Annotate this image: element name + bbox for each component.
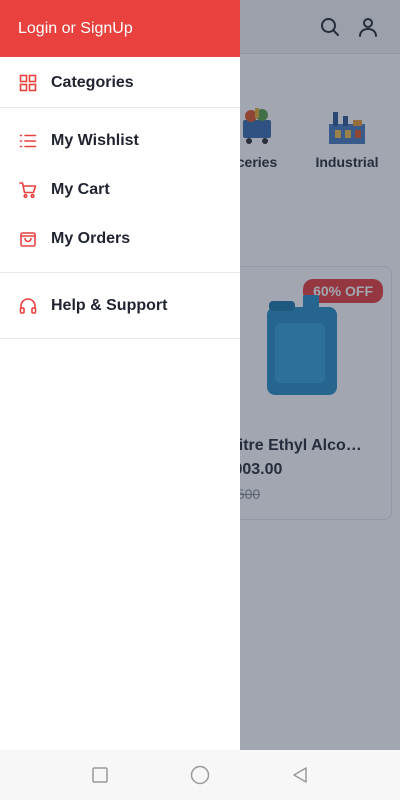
menu-item-help-support[interactable]: Help & Support [0,281,240,330]
grid-icon [19,74,37,92]
navigation-drawer: Login or SignUp Categories My Wishlist M… [0,0,240,750]
cart-icon [19,181,37,199]
headphones-icon [19,297,37,315]
menu-item-categories[interactable]: Categories [0,58,240,107]
menu-item-label: My Wishlist [51,131,139,149]
back-icon[interactable] [290,765,310,785]
menu-item-label: My Orders [51,229,131,247]
system-navigation-bar [0,750,400,800]
menu-item-orders[interactable]: My Orders [0,214,240,263]
login-signup-header[interactable]: Login or SignUp [0,0,240,57]
divider [0,338,240,339]
menu-item-cart[interactable]: My Cart [0,165,240,214]
menu-item-label: Categories [51,73,134,91]
list-icon [19,132,37,150]
menu-item-label: My Cart [51,180,110,198]
menu-item-label: Help & Support [51,296,168,314]
login-signup-label: Login or SignUp [18,19,133,37]
recent-apps-icon[interactable] [90,765,110,785]
shopping-bag-icon [19,230,37,248]
home-icon[interactable] [190,765,210,785]
menu-item-wishlist[interactable]: My Wishlist [0,116,240,165]
